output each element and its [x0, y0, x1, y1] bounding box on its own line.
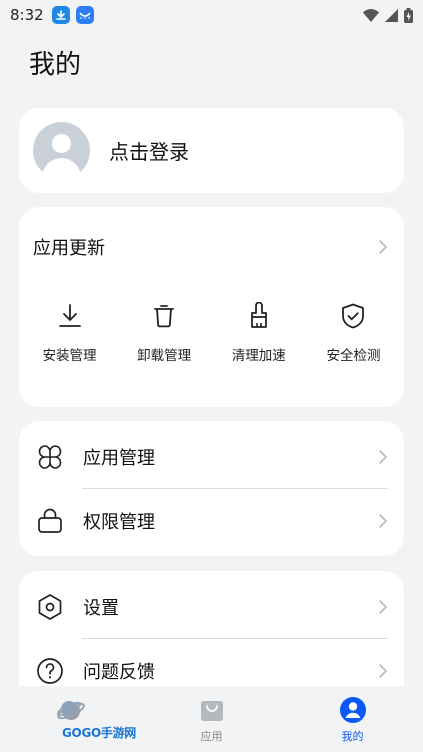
app-update-card: 应用更新 安装管理 卸载管理 清理加速 安全检测: [19, 207, 404, 407]
tool-label: 安全检测: [326, 348, 381, 364]
download-notification-icon: [51, 6, 70, 24]
tool-label: 清理加速: [231, 348, 286, 364]
tool-security-check[interactable]: 安全检测: [307, 302, 400, 364]
signal-icon: [385, 8, 398, 22]
download-icon: [58, 304, 81, 327]
lock-icon: [38, 508, 62, 533]
tool-label: 安装管理: [42, 348, 97, 364]
default-avatar-icon[interactable]: [33, 122, 90, 179]
manage-card: 应用管理 权限管理: [19, 421, 404, 556]
chevron-right-icon: [379, 664, 387, 678]
app-update-row[interactable]: 应用更新: [33, 233, 390, 261]
wifi-icon: [363, 8, 379, 22]
app-update-title: 应用更新: [33, 238, 105, 259]
list-item-label: 问题反馈: [83, 662, 155, 683]
apps-grid-icon: [38, 445, 62, 469]
shield-check-icon: [342, 303, 365, 329]
tool-label: 卸载管理: [137, 348, 192, 364]
chevron-right-icon: [379, 450, 387, 464]
app-store-notification-icon: [75, 6, 94, 24]
tab-label: 我的: [341, 730, 364, 743]
status-time: 8:32: [10, 6, 44, 24]
help-circle-icon: [37, 658, 63, 684]
list-item-app-manage[interactable]: 应用管理: [19, 425, 404, 489]
login-label[interactable]: 点击登录: [109, 136, 189, 165]
list-item-label: 权限管理: [83, 512, 155, 533]
list-item-label: 应用管理: [83, 448, 155, 469]
chevron-right-icon: [379, 600, 387, 614]
watermark-logo: GOGO手游网: [52, 694, 142, 744]
chevron-right-icon: [379, 514, 387, 528]
tool-cleanup-boost[interactable]: 清理加速: [212, 302, 305, 364]
shopping-bag-icon: [200, 701, 223, 721]
tool-install-manage[interactable]: 安装管理: [23, 302, 116, 364]
tab-mine[interactable]: 我的: [282, 686, 423, 752]
tab-label: 应用: [200, 730, 223, 743]
page-title: 我的: [29, 50, 82, 80]
battery-charging-icon: [404, 7, 413, 23]
list-item-permission-manage[interactable]: 权限管理: [19, 489, 404, 553]
chevron-right-icon: [379, 240, 387, 254]
tab-apps[interactable]: 应用: [141, 686, 282, 752]
list-item-settings[interactable]: 设置: [19, 575, 404, 639]
broom-icon: [250, 302, 267, 328]
list-item-label: 设置: [83, 598, 119, 619]
tool-uninstall-manage[interactable]: 卸载管理: [118, 302, 211, 364]
settings-hexagon-icon: [38, 594, 62, 620]
watermark-text: GOGO手游网: [62, 726, 137, 740]
trash-icon: [154, 305, 175, 328]
login-card[interactable]: 点击登录: [19, 108, 404, 193]
tools-grid: 安装管理 卸载管理 清理加速 安全检测: [23, 302, 400, 364]
status-bar: 8:32: [0, 0, 423, 30]
profile-icon: [339, 697, 366, 723]
